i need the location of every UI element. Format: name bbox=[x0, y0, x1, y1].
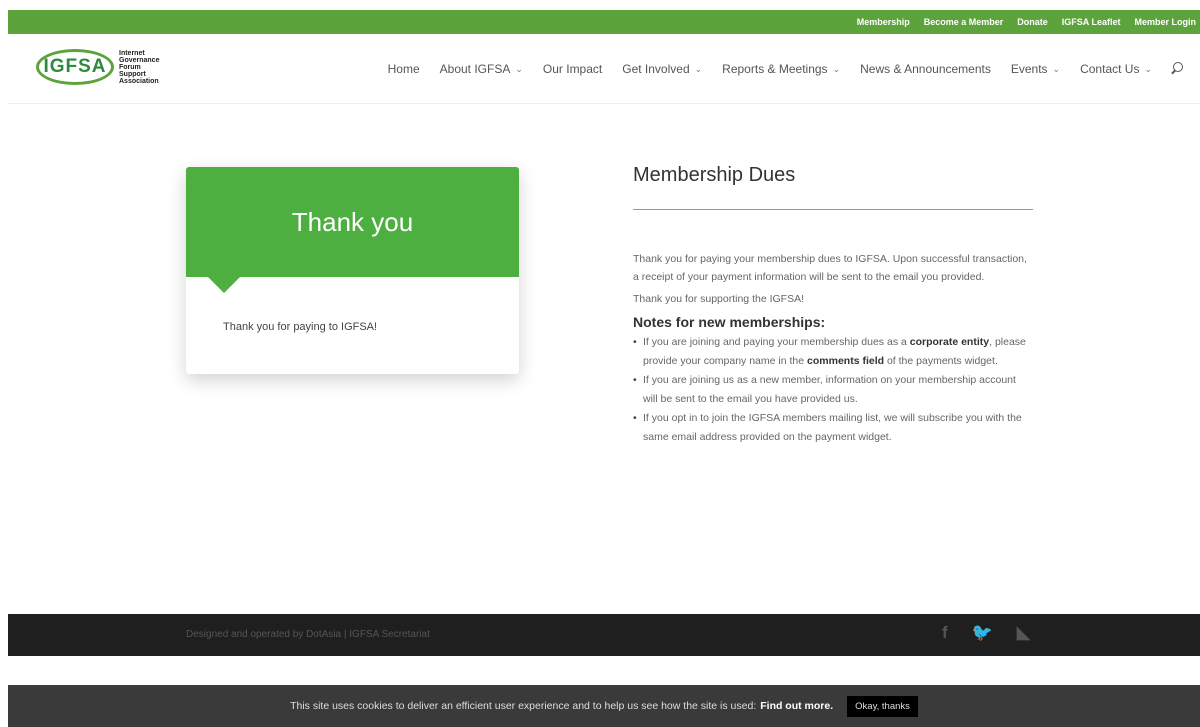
nav-item-home[interactable]: Home bbox=[388, 62, 420, 76]
site-logo[interactable]: IGFSA Internet Governance Forum Support … bbox=[36, 49, 169, 85]
topbar-link-leaflet[interactable]: IGFSA Leaflet bbox=[1062, 17, 1121, 27]
page-title: Membership Dues bbox=[633, 164, 796, 186]
nav-item-about[interactable]: About IGFSA ⌄ bbox=[440, 62, 523, 76]
search-icon[interactable] bbox=[1170, 62, 1184, 76]
logo-mark: IGFSA bbox=[36, 49, 114, 85]
footer-credit: Designed and operated by DotAsia | IGFSA… bbox=[186, 629, 430, 640]
cookie-banner: This site uses cookies to deliver an eff… bbox=[8, 685, 1200, 727]
notes-list: If you are joining and paying your membe… bbox=[633, 333, 1033, 447]
chevron-down-icon: ⌄ bbox=[1144, 63, 1152, 74]
card-title: Thank you bbox=[186, 167, 519, 293]
main-nav: Home About IGFSA ⌄ Our Impact Get Involve… bbox=[368, 62, 1184, 76]
support-paragraph: Thank you for supporting the IGFSA! bbox=[633, 293, 805, 305]
logo-text: Internet Governance Forum Support Associ… bbox=[119, 49, 160, 85]
list-item: If you are joining and paying your membe… bbox=[633, 333, 1033, 371]
site-footer: Designed and operated by DotAsia | IGFSA… bbox=[8, 614, 1200, 656]
social-links: f 🐦 ◣ bbox=[942, 623, 1054, 643]
nav-item-reports[interactable]: Reports & Meetings ⌄ bbox=[722, 62, 840, 76]
intro-paragraph: Thank you for paying your membership due… bbox=[633, 253, 1027, 283]
nav-item-contact[interactable]: Contact Us ⌄ bbox=[1080, 62, 1152, 76]
chevron-down-icon: ⌄ bbox=[694, 63, 703, 74]
site-header: IGFSA Internet Governance Forum Support … bbox=[8, 34, 1200, 104]
chevron-down-icon: ⌄ bbox=[1052, 63, 1061, 74]
main-content: Membership Dues Thank you for paying you… bbox=[633, 164, 1033, 447]
nav-item-impact[interactable]: Our Impact bbox=[543, 62, 602, 76]
twitter-icon[interactable]: 🐦 bbox=[972, 623, 993, 643]
title-divider bbox=[633, 209, 1033, 210]
notes-heading: Notes for new memberships: bbox=[633, 314, 826, 330]
topbar-link-membership[interactable]: Membership bbox=[857, 17, 910, 27]
facebook-icon[interactable]: f bbox=[942, 623, 948, 643]
cookie-text: This site uses cookies to deliver an eff… bbox=[290, 700, 757, 712]
list-item: If you opt in to join the IGFSA members … bbox=[633, 409, 1033, 447]
chevron-down-icon: ⌄ bbox=[832, 63, 841, 74]
top-bar: Membership Become a Member Donate IGFSA … bbox=[8, 10, 1200, 34]
list-item: If you are joining us as a new member, i… bbox=[633, 371, 1033, 409]
nav-item-news[interactable]: News & Announcements bbox=[860, 62, 991, 76]
rss-icon[interactable]: ◣ bbox=[1017, 623, 1030, 643]
thank-you-card: Thank you Thank you for paying to IGFSA! bbox=[186, 167, 519, 374]
nav-item-get-involved[interactable]: Get Involved ⌄ bbox=[622, 62, 702, 76]
chevron-down-icon: ⌄ bbox=[515, 63, 523, 74]
cookie-accept-button[interactable]: Okay, thanks bbox=[847, 695, 918, 717]
topbar-link-become-member[interactable]: Become a Member bbox=[924, 17, 1004, 27]
cookie-find-out-more-link[interactable]: Find out more. bbox=[760, 700, 833, 712]
nav-item-events[interactable]: Events ⌄ bbox=[1011, 62, 1060, 76]
topbar-link-donate[interactable]: Donate bbox=[1017, 17, 1048, 27]
topbar-link-member-login[interactable]: Member Login bbox=[1134, 17, 1196, 27]
